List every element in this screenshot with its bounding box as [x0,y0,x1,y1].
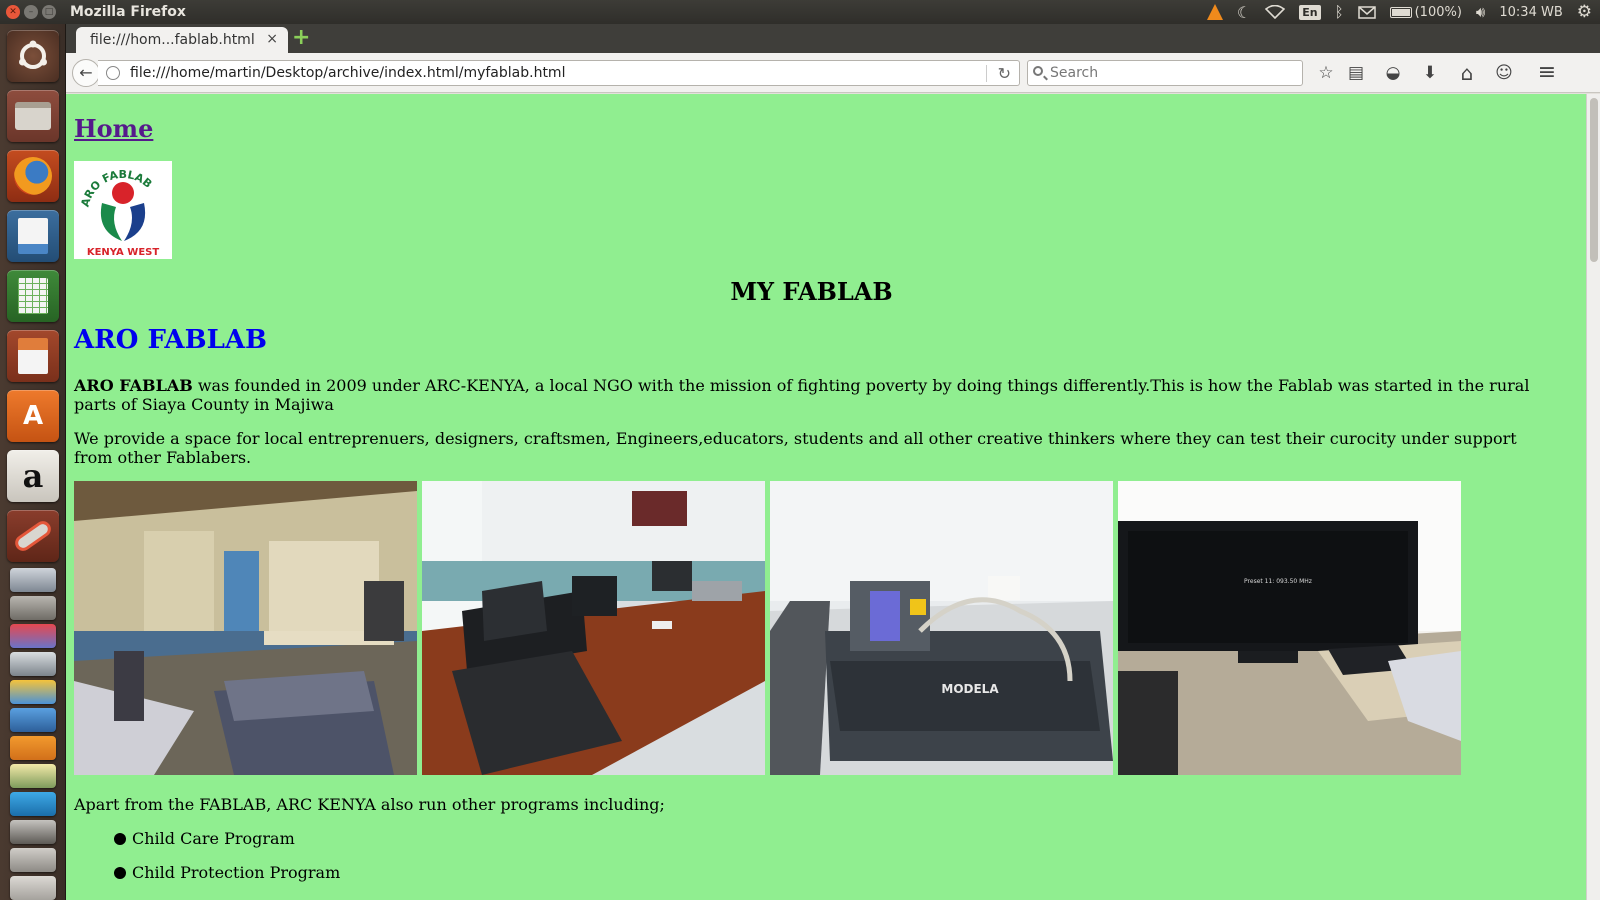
amazon-icon[interactable]: a [7,450,59,502]
amazon-glyph: a [22,457,44,495]
ubuntu-dash-icon[interactable] [7,30,59,82]
search-input[interactable]: Search [1027,60,1303,86]
launcher-item-scanner[interactable] [10,820,56,844]
launcher-item-disk[interactable] [10,568,56,592]
bluetooth-icon[interactable]: ᛒ [1335,3,1344,21]
download-icon[interactable]: ⬇ [1417,60,1443,86]
intro-bold: ARO FABLAB [74,376,193,395]
new-tab-button[interactable]: + [292,27,310,49]
vertical-scrollbar[interactable] [1586,94,1600,900]
vlc-icon[interactable] [1206,4,1223,20]
bookmark-star-icon[interactable]: ☆ [1313,60,1339,86]
tab-close-icon[interactable]: × [266,31,278,47]
firefox-icon[interactable] [7,150,59,202]
keyboard-layout-icon[interactable]: En [1299,4,1321,20]
bullet-icon [114,867,126,879]
logo-bottom-text: KENYA WEST [87,247,160,258]
launcher-item-display[interactable] [10,708,56,732]
browser-window: file:///hom...fablab.html × + ← file:///… [66,24,1600,900]
program-label: Child Protection Program [132,863,341,882]
url-divider [986,65,987,82]
photo-tv-screen: Preset 11: 093.50 MHz [1118,481,1461,775]
window-title: Mozilla Firefox [70,4,186,20]
page-viewport: Home ARO FABLAB KENYA WEST MY FABLAB ARO… [66,94,1600,900]
menu-icon[interactable]: ≡ [1534,60,1560,86]
settings-icon[interactable]: ⚙ [1577,2,1592,22]
launcher-item-game[interactable] [10,764,56,788]
tab-bar: file:///hom...fablab.html × + [66,24,1600,53]
window-controls: ✕ – □ [6,5,56,19]
photo-fablab-room [74,481,417,775]
bullet-icon [114,833,126,845]
space-paragraph: We provide a space for local entreprenue… [74,429,1517,467]
nav-bar: ← file:///home/martin/Desktop/archive/in… [66,53,1600,93]
photo-modela-machine: MODELA [770,481,1113,775]
keyboard-layout-label: En [1299,4,1321,20]
launcher-item-installer[interactable] [10,596,56,620]
battery-icon[interactable]: (100%) [1389,4,1462,20]
intro-text: was founded in 2009 under ARC-KENYA, a l… [74,376,1530,414]
home-link[interactable]: Home [74,114,153,143]
machine-label: MODELA [941,682,999,696]
launcher-item-calculator[interactable] [10,652,56,676]
launcher-item-vlc[interactable] [10,736,56,760]
photo-computer-desk [422,481,765,775]
scrollbar-thumb[interactable] [1590,98,1598,262]
reading-list-icon[interactable]: ▤ [1343,60,1369,86]
back-button[interactable]: ← [72,59,100,87]
launcher: A a [0,24,66,900]
program-list-item: Child Care Program [114,829,295,848]
launcher-item-printer[interactable] [10,848,56,872]
aro-fablab-logo: ARO FABLAB KENYA WEST [74,161,172,259]
maximize-window-icon[interactable]: □ [42,5,56,19]
launcher-item-trash[interactable] [10,876,56,900]
launcher-item-media[interactable] [10,792,56,816]
search-icon [1033,66,1043,76]
close-window-icon[interactable]: ✕ [6,5,20,19]
clock[interactable]: 10:34 WB [1499,5,1562,20]
tab-title: file:///hom...fablab.html [90,32,255,48]
mail-icon[interactable] [1357,5,1376,19]
top-panel: ✕ – □ Mozilla Firefox ☾ En ᛒ (100%) 🔊︎ 1… [0,0,1600,24]
night-mode-icon[interactable]: ☾ [1237,3,1251,22]
home-icon[interactable]: ⌂ [1454,60,1480,86]
program-list-item: Child Protection Program [114,863,340,882]
libreoffice-writer-icon[interactable] [7,210,59,262]
system-settings-icon[interactable] [7,510,59,562]
wifi-icon[interactable] [1265,5,1286,19]
tv-screen-text: Preset 11: 093.50 MHz [1244,578,1312,585]
photo-gallery: MODELA Preset 11: 093.50 MHz [74,481,1461,775]
site-info-icon[interactable] [106,66,120,80]
files-icon[interactable] [7,90,59,142]
search-placeholder: Search [1050,65,1099,81]
reload-icon[interactable]: ↻ [998,62,1011,86]
launcher-item-geometry[interactable] [10,680,56,704]
software-center-glyph: A [22,401,44,431]
url-bar[interactable]: file:///home/martin/Desktop/archive/inde… [98,60,1020,86]
program-label: Child Care Program [132,829,295,848]
launcher-item-shield[interactable] [10,624,56,648]
programs-intro: Apart from the FABLAB, ARC KENYA also ru… [74,795,665,814]
pocket-icon[interactable]: ◒ [1380,60,1406,86]
volume-icon[interactable]: 🔊︎ [1476,3,1485,21]
minimize-window-icon[interactable]: – [24,5,38,19]
tab-active[interactable]: file:///hom...fablab.html × [76,27,288,53]
section-heading: ARO FABLAB [74,325,267,355]
system-indicators: ☾ En ᛒ (100%) 🔊︎ 10:34 WB ⚙ [1206,0,1592,24]
software-center-icon[interactable]: A [7,390,59,442]
hello-chat-icon[interactable]: ☺ [1491,60,1517,86]
url-text: file:///home/martin/Desktop/archive/inde… [130,65,566,81]
intro-paragraph: ARO FABLAB was founded in 2009 under ARC… [74,376,1544,414]
libreoffice-calc-icon[interactable] [7,270,59,322]
libreoffice-impress-icon[interactable] [7,330,59,382]
page-title: MY FABLAB [730,277,893,306]
battery-percent: (100%) [1414,4,1462,20]
